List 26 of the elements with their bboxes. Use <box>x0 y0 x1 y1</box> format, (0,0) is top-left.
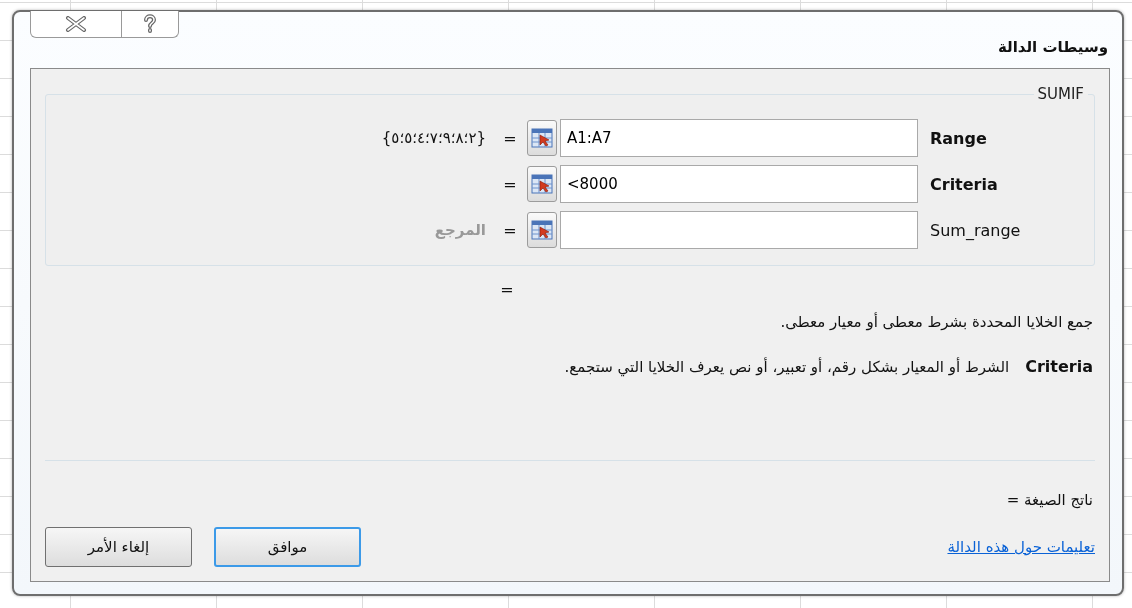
argument-value: المرجع <box>433 221 487 239</box>
function-description: جمع الخلايا المحددة بشرط معطى أو معيار معطى. <box>779 313 1093 331</box>
argument-description: الشرط أو المعيار بشكل رقم، أو تعبير، أو نص يعرف الخلايا التي ستجمع. <box>564 358 1010 376</box>
ok-button[interactable]: موافق <box>214 527 361 567</box>
equals-sign: = <box>502 174 518 194</box>
argument-label: Criteria <box>929 174 999 194</box>
argument-field[interactable] <box>560 211 918 249</box>
window-title: وسيطات الدالة <box>997 38 1108 56</box>
cancel-button[interactable]: إلغاء الأمر <box>45 527 192 567</box>
help-link[interactable]: تعليمات حول هذه الدالة <box>947 538 1095 556</box>
argument-field[interactable]: A1:A7 <box>560 119 918 157</box>
equals-sign: = <box>502 128 518 148</box>
equals-sign: = <box>499 280 515 299</box>
range-picker-button[interactable] <box>527 166 557 202</box>
range-picker-button[interactable] <box>527 120 557 156</box>
range-picker-button[interactable] <box>527 212 557 248</box>
argument-label: Range <box>929 128 988 148</box>
argument-name: Criteria <box>1025 357 1093 376</box>
help-icon <box>143 14 157 34</box>
close-icon <box>65 16 87 32</box>
argument-field[interactable]: <8000 <box>560 165 918 203</box>
formula-result: ناتج الصيغة = <box>1005 491 1093 509</box>
argument-value: {٢؛٨؛٩؛٧؛٤؛٥؛٥} <box>380 129 487 147</box>
function-name: SUMIF <box>1036 85 1085 103</box>
equals-sign: = <box>502 220 518 240</box>
argument-label: Sum_range <box>929 220 1022 240</box>
